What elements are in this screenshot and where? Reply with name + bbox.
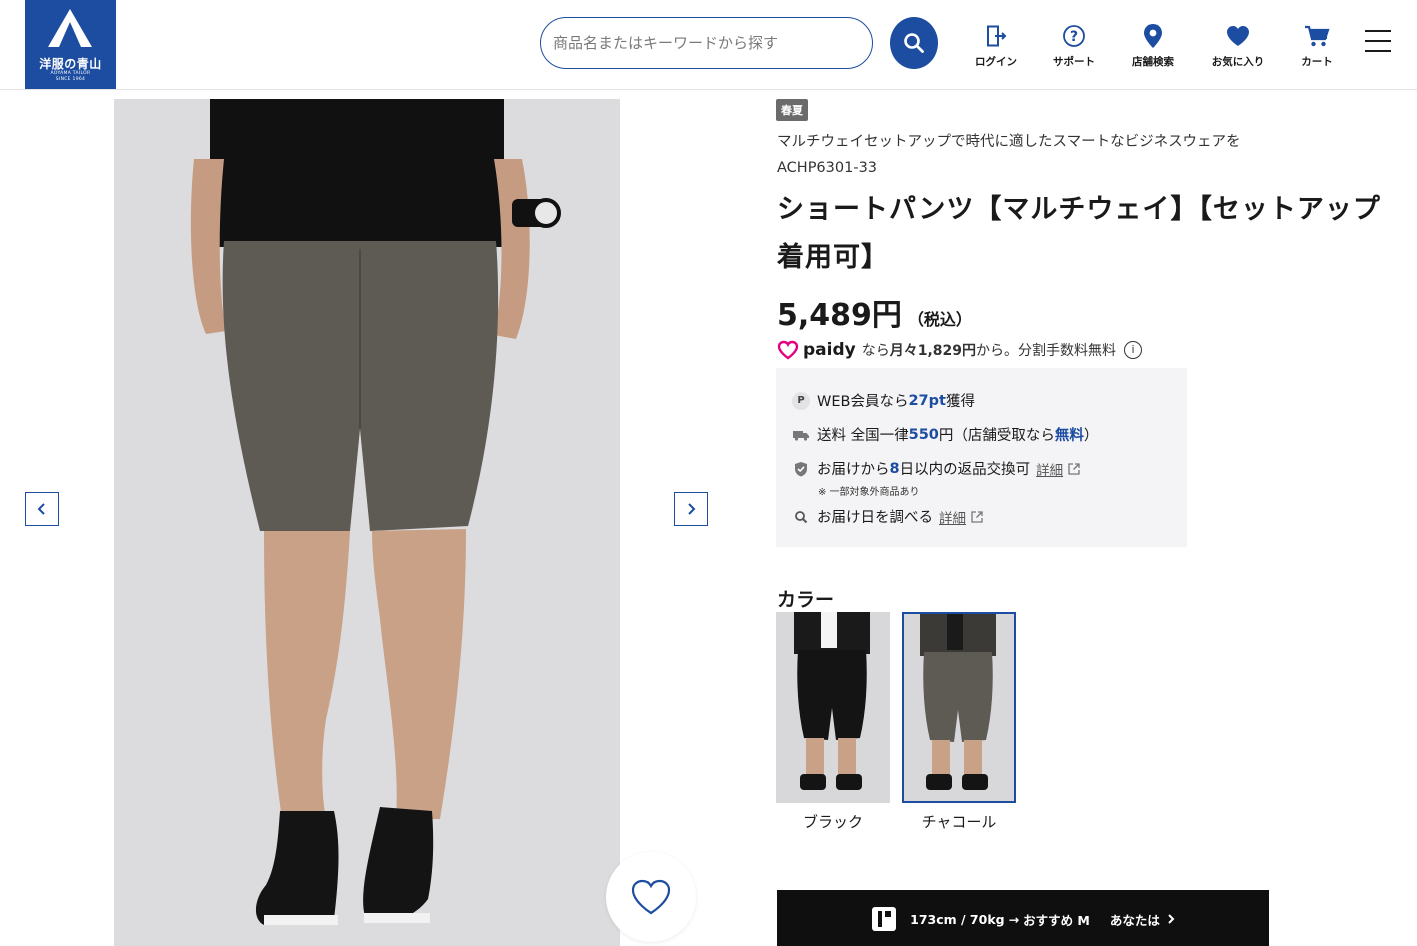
nav-support-label: サポート	[1053, 56, 1095, 68]
recommend-label: おすすめ M	[1023, 912, 1090, 928]
nav-favorites[interactable]: お気に入り	[1204, 22, 1272, 68]
nav-login-label: ログイン	[975, 56, 1017, 68]
product-title: ショートパンツ【マルチウェイ】【セットアップ着用可】	[777, 194, 1381, 273]
benefit-points: P WEB会員なら 27pt 獲得	[792, 390, 975, 411]
season-badge: 春夏	[776, 99, 808, 121]
recommend-size-text: 173cm / 70kg	[910, 911, 1005, 927]
paidy-logo: paidy	[777, 340, 856, 360]
truck-icon	[792, 426, 810, 444]
chevron-right-icon	[688, 503, 696, 515]
benefit-returns: お届けから 8 日以内の返品交換可 詳細	[792, 458, 1081, 479]
gallery-prev-button[interactable]	[25, 492, 59, 526]
paidy-installment-info: paidy なら 月々1,829円 から。分割手数料無料 i	[777, 339, 1143, 361]
heart-outline-icon	[631, 879, 671, 915]
points-icon: P	[792, 391, 810, 410]
search-box	[540, 17, 873, 69]
returns-detail-link[interactable]: 詳細	[1036, 459, 1063, 479]
benefit-delivery-date: お届け日を調べる 詳細	[792, 506, 984, 527]
color-label-charcoal: チャコール	[921, 813, 997, 831]
logo-mountain-icon	[48, 9, 92, 47]
price-value: 5,489円	[777, 298, 902, 333]
shield-check-icon	[792, 460, 810, 478]
swatch-charcoal-image	[904, 614, 1014, 801]
color-swatch-black[interactable]	[776, 612, 890, 803]
nav-store-search[interactable]: 店舗検索	[1125, 22, 1181, 68]
product-main-image	[114, 99, 620, 946]
gallery-next-button[interactable]	[674, 492, 708, 526]
size-recommend-logo-icon	[872, 907, 897, 931]
add-to-favorites-button[interactable]	[606, 852, 696, 942]
paidy-heart-icon	[777, 340, 799, 360]
price-tax-label: （税込）	[907, 310, 972, 329]
question-circle-icon: ?	[1063, 25, 1085, 47]
swatch-black-image	[776, 612, 890, 803]
recommend-arrow: →	[1008, 911, 1020, 927]
color-heading: カラー	[777, 589, 835, 611]
chevron-right-icon	[1168, 914, 1175, 924]
delivery-detail-link[interactable]: 詳細	[939, 507, 966, 527]
map-pin-icon	[1144, 24, 1162, 48]
paidy-text-post: から。分割手数料無料	[976, 343, 1117, 359]
product-photo-illustration	[114, 99, 620, 946]
nav-cart-label: カート	[1301, 56, 1333, 68]
size-recommend-bar[interactable]: 173cm / 70kg → おすすめ M あなたは	[777, 890, 1269, 946]
product-price: 5,489円 （税込）	[777, 290, 972, 334]
hamburger-menu-icon[interactable]	[1365, 30, 1391, 56]
search-input[interactable]	[553, 32, 863, 54]
info-icon[interactable]: i	[1124, 341, 1143, 359]
returns-note: ※ 一部対象外商品あり	[818, 487, 920, 498]
paidy-monthly: 月々1,829円	[889, 343, 977, 359]
nav-support[interactable]: ? サポート	[1046, 22, 1102, 68]
paidy-text-pre: なら	[861, 343, 890, 359]
nav-login[interactable]: ログイン	[968, 22, 1024, 68]
chevron-left-icon	[37, 503, 45, 515]
search-small-icon	[792, 508, 810, 526]
logo-text: 洋服の青山	[39, 57, 102, 71]
external-link-icon	[971, 510, 983, 523]
search-button[interactable]	[890, 17, 938, 69]
login-door-icon	[987, 25, 1007, 47]
svg-text:?: ?	[1070, 29, 1078, 45]
external-link-icon	[1068, 462, 1080, 475]
color-swatch-charcoal[interactable]	[902, 612, 1016, 803]
benefit-shipping: 送料 全国一律 550 円（店舗受取なら 無料）	[792, 424, 1098, 445]
site-header: 洋服の青山 AOYAMA TAILOR SINCE 1964 ログイン ?	[0, 0, 1417, 90]
nav-favorites-label: お気に入り	[1211, 56, 1265, 68]
search-icon	[904, 33, 924, 53]
color-label-black: ブラック	[802, 813, 863, 831]
benefits-panel: P WEB会員なら 27pt 獲得 送料 全国一律 550 円（店舗受取なら 無料） お届…	[776, 368, 1187, 547]
nav-cart[interactable]: カート	[1290, 22, 1344, 68]
site-logo[interactable]: 洋服の青山 AOYAMA TAILOR SINCE 1964	[25, 0, 116, 89]
product-catchcopy: マルチウェイセットアップで時代に適したスマートなビジネスウェアを	[777, 134, 1241, 150]
product-sku: ACHP6301-33	[777, 160, 878, 176]
recommend-you-text: あなたは	[1109, 912, 1160, 928]
logo-subtext: AOYAMA TAILOR SINCE 1964	[50, 71, 91, 82]
nav-store-search-label: 店舗検索	[1132, 56, 1174, 68]
heart-icon	[1227, 26, 1249, 46]
cart-icon	[1305, 25, 1330, 47]
